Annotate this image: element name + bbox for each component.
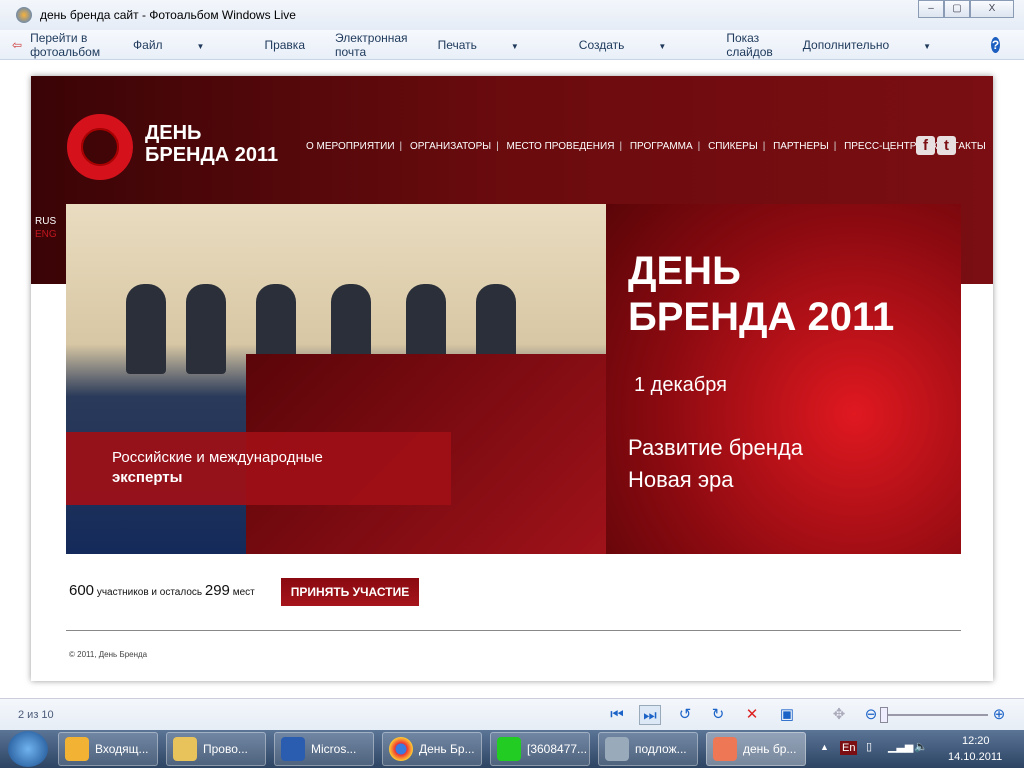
app-icon: [16, 7, 32, 23]
menu-email[interactable]: Электронная почта: [335, 31, 408, 59]
task-paint[interactable]: подлож...: [598, 732, 698, 766]
remaining-count: 299: [204, 582, 230, 599]
title-bar: день бренда сайт - Фотоальбом Windows Li…: [0, 0, 1024, 30]
minimize-button[interactable]: –: [918, 0, 944, 18]
copyright: © 2011, День Бренда: [69, 650, 148, 659]
start-button[interactable]: [8, 731, 48, 767]
taskbar: Входящ... Прово... Micros... День Бр... …: [0, 730, 1024, 768]
photo-caption: Российские и международные эксперты: [66, 432, 451, 505]
menu-more[interactable]: Дополнительно ▼: [803, 38, 961, 52]
clock-date[interactable]: 14.10.2011: [948, 751, 1002, 763]
first-icon[interactable]: ⏮: [606, 705, 628, 725]
chevron-down-icon: ▼: [196, 41, 205, 51]
zoom-slider[interactable]: [880, 714, 988, 716]
volume-icon[interactable]: 🔈: [914, 740, 928, 753]
lang-rus[interactable]: RUS: [35, 216, 56, 227]
system-tray: ▲ En ▯ ▁▃▅ 🔈 12:20 14.10.2011: [814, 730, 1024, 768]
task-word[interactable]: Micros...: [274, 732, 374, 766]
caption-line1: Российские и международные: [112, 449, 323, 466]
zoom-slider-thumb[interactable]: [880, 707, 888, 723]
menu-more-label: Дополнительно: [802, 37, 890, 52]
website-screenshot: ДЕНЬ БРЕНДА 2011 О МЕРОПРИЯТИИ | ОРГАНИЗА…: [31, 76, 993, 681]
logo-line2: БРЕНДА 2011: [145, 144, 279, 166]
promo-title2: БРЕНДА 2011: [628, 295, 895, 339]
menu-goto-album[interactable]: Перейти в фотоальбом: [30, 31, 103, 59]
task-label: День Бр...: [419, 742, 475, 756]
task-outlook[interactable]: Входящ...: [58, 732, 158, 766]
language-indicator[interactable]: En: [840, 741, 858, 755]
zoom-in-icon[interactable]: ⊕: [988, 705, 1010, 725]
divider: [66, 630, 961, 631]
task-chrome[interactable]: День Бр...: [382, 732, 482, 766]
nav-organizers[interactable]: ОРГАНИЗАТОРЫ: [410, 141, 491, 152]
menu-create[interactable]: Создать ▼: [579, 38, 697, 52]
photo-viewer: ДЕНЬ БРЕНДА 2011 О МЕРОПРИЯТИИ | ОРГАНИЗА…: [0, 61, 1024, 698]
nav-speakers[interactable]: СПИКЕРЫ: [708, 141, 758, 152]
task-app[interactable]: [3608477...: [490, 732, 590, 766]
viewer-toolbar: 2 из 10 ⏮ ⏭ ↺ ↻ ✕ ▣ ✥ ⊖ ⊕: [0, 698, 1024, 730]
slideshow-icon[interactable]: ▣: [776, 705, 798, 725]
task-label: Прово...: [203, 742, 248, 756]
photo-counter: 2 из 10: [18, 709, 54, 721]
network-icon[interactable]: ▁▃▅: [888, 740, 913, 753]
site-nav: О МЕРОПРИЯТИИ | ОРГАНИЗАТОРЫ | МЕСТО ПРОВЕ…: [306, 141, 986, 152]
delete-icon[interactable]: ✕: [741, 705, 763, 725]
promo-sub1: Развитие бренда: [628, 435, 804, 460]
lang-eng[interactable]: ENG: [35, 229, 57, 240]
task-label: день бр...: [743, 742, 797, 756]
window-title: день бренда сайт - Фотоальбом Windows Li…: [40, 8, 296, 22]
promo-date: 1 декабря: [634, 374, 727, 396]
album-icon: ⇦: [12, 37, 23, 52]
rotate-left-icon[interactable]: ↺: [674, 705, 696, 725]
menu-file[interactable]: Файл ▼: [133, 38, 234, 52]
menu-slideshow[interactable]: Показ слайдов: [726, 31, 772, 59]
close-button[interactable]: X: [970, 0, 1014, 18]
participants-stats: 600 участников и осталось 299 мест: [69, 582, 255, 599]
menu-print-label: Печать: [437, 37, 477, 52]
logo-ring-icon: [67, 114, 133, 180]
menu-print[interactable]: Печать ▼: [438, 38, 549, 52]
task-explorer[interactable]: Прово...: [166, 732, 266, 766]
chevron-down-icon: ▼: [658, 41, 667, 51]
fit-icon[interactable]: ✥: [828, 705, 850, 725]
twitter-icon[interactable]: t: [937, 136, 956, 155]
chevron-down-icon: ▼: [923, 41, 932, 51]
nav-press[interactable]: ПРЕСС-ЦЕНТР: [844, 141, 916, 152]
site-logo[interactable]: ДЕНЬ БРЕНДА 2011: [145, 122, 278, 166]
nav-partners[interactable]: ПАРТНЕРЫ: [773, 141, 829, 152]
nav-venue[interactable]: МЕСТО ПРОВЕДЕНИЯ: [507, 141, 615, 152]
promo-title1: ДЕНЬ: [628, 249, 741, 293]
menu-edit[interactable]: Правка: [264, 38, 305, 52]
facebook-icon[interactable]: f: [916, 136, 935, 155]
task-label: Входящ...: [95, 742, 149, 756]
promo-panel: ДЕНЬ БРЕНДА 2011 1 декабря Развитие бренд…: [606, 204, 961, 554]
next-icon[interactable]: ⏭: [639, 705, 661, 725]
rotate-right-icon[interactable]: ↻: [707, 705, 729, 725]
menu-create-label: Создать: [578, 37, 625, 52]
participants-count: 600: [69, 582, 95, 599]
task-label: подлож...: [635, 742, 687, 756]
show-hidden-icon[interactable]: ▲: [820, 742, 829, 752]
logo-line1: ДЕНЬ: [145, 122, 202, 144]
hero-photo: Российские и международные эксперты: [66, 204, 606, 554]
caption-line2: эксперты: [112, 469, 183, 486]
chevron-down-icon: ▼: [510, 41, 519, 51]
menu-file-label: Файл: [133, 37, 163, 52]
zoom-out-icon[interactable]: ⊖: [860, 705, 882, 725]
clock-time[interactable]: 12:20: [962, 735, 990, 747]
stats-text1: участников и осталось: [96, 587, 203, 598]
promo-sub2: Новая эра: [628, 467, 734, 492]
nav-about[interactable]: О МЕРОПРИЯТИИ: [306, 141, 395, 152]
power-icon[interactable]: ▯: [866, 740, 872, 753]
task-photo-gallery[interactable]: день бр...: [706, 732, 806, 766]
menu-bar: ⇦ Перейти в фотоальбом Файл ▼ Правка Элек…: [0, 30, 1024, 60]
help-icon[interactable]: ?: [991, 36, 1000, 53]
task-label: [3608477...: [527, 742, 588, 756]
nav-program[interactable]: ПРОГРАММА: [630, 141, 693, 152]
task-label: Micros...: [311, 742, 357, 756]
stats-text2: мест: [232, 587, 255, 598]
maximize-button[interactable]: ▢: [944, 0, 970, 18]
register-button[interactable]: ПРИНЯТЬ УЧАСТИЕ: [281, 578, 419, 606]
